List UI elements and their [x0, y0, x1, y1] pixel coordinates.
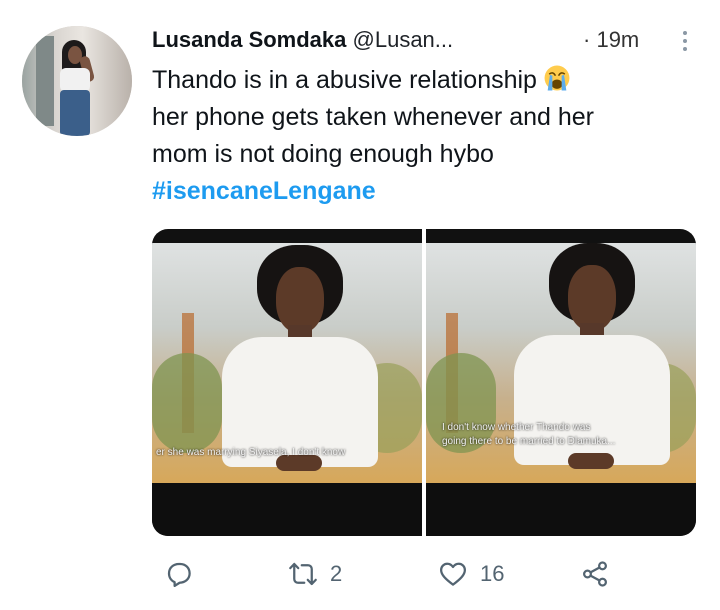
retweet-count: 2 [330, 561, 343, 586]
reply-button[interactable] [164, 556, 194, 592]
retweet-icon [289, 562, 317, 586]
video-subtitle: er she was marrying Siyasela, I don't kn… [156, 447, 346, 458]
tweet-text: Thando is in a abusive relationship her … [152, 62, 697, 210]
more-options-icon[interactable] [678, 27, 692, 55]
like-count: 16 [480, 561, 505, 586]
tweet[interactable]: Lusanda Somdaka @Lusan... · 19m Thando i… [0, 0, 720, 610]
video-subtitle-line2: going there to be married to Dlamuka... [442, 436, 616, 447]
share-icon [582, 561, 608, 587]
loudly-crying-face-icon [544, 65, 570, 91]
tweet-text-line3: mom is not doing enough hybo [152, 140, 494, 168]
hashtag-link[interactable]: #isencaneLengane [152, 177, 376, 205]
video-subtitle-line1: I don't know whether Thando was [442, 422, 591, 433]
timestamp[interactable]: · 19m [583, 25, 639, 55]
tweet-text-line1: Thando is in a abusive relationship [152, 66, 537, 94]
like-button[interactable]: 16 [438, 556, 504, 592]
tweet-text-line2: her phone gets taken whenever and her [152, 103, 594, 131]
tweet-header: Lusanda Somdaka @Lusan... · 19m [152, 25, 692, 59]
media-grid: er she was marrying Siyasela, I don't kn… [152, 229, 696, 536]
heart-icon [440, 562, 466, 586]
user-handle[interactable]: @Lusan... [353, 27, 454, 52]
reply-icon [167, 562, 191, 587]
media-image-1[interactable]: er she was marrying Siyasela, I don't kn… [152, 229, 422, 536]
media-image-2[interactable]: I don't know whether Thando was going th… [426, 229, 696, 536]
retweet-button[interactable]: 2 [288, 556, 342, 592]
avatar[interactable] [22, 26, 132, 136]
display-name[interactable]: Lusanda Somdaka [152, 27, 346, 52]
share-button[interactable] [580, 556, 610, 592]
tweet-actions: 2 16 [152, 556, 622, 592]
